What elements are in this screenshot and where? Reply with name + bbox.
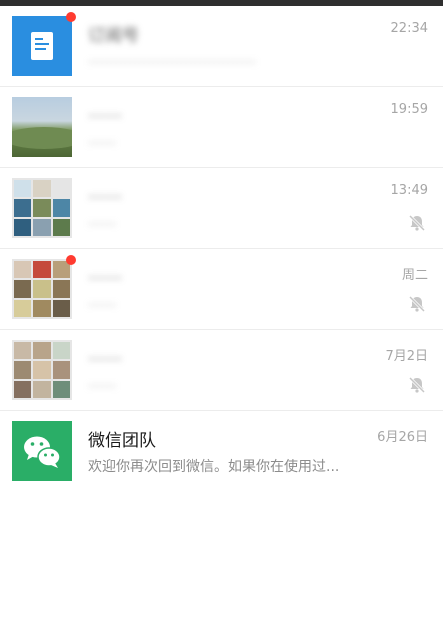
chat-preview: ……………………………… xyxy=(88,51,256,67)
chat-name: …… xyxy=(88,102,122,122)
unread-dot xyxy=(66,12,76,22)
wechat-logo-icon xyxy=(24,436,61,468)
chat-row[interactable]: …… …… 19:59 xyxy=(0,87,443,168)
group-avatar xyxy=(12,259,72,319)
chat-time: 7月2日 xyxy=(385,349,428,364)
chat-row-group[interactable]: …… …… 周二 xyxy=(0,249,443,330)
chat-list: 订阅号 ……………………………… 22:34 …… …… 19:59 …… ……… xyxy=(0,6,443,492)
chat-name: …… xyxy=(88,345,122,365)
subscription-avatar xyxy=(12,16,72,76)
chat-time: 19:59 xyxy=(390,102,428,117)
chat-name: …… xyxy=(88,183,122,203)
wechat-logo-avatar xyxy=(12,421,72,481)
chat-row-group[interactable]: …… …… 7月2日 xyxy=(0,330,443,411)
chat-preview: …… xyxy=(88,375,116,391)
chat-preview: …… xyxy=(88,294,116,310)
chat-name: …… xyxy=(88,264,122,284)
unread-dot xyxy=(66,255,76,265)
mute-bell-icon xyxy=(408,376,426,394)
group-avatar xyxy=(12,178,72,238)
empty-area xyxy=(0,486,443,619)
chat-row-group[interactable]: …… …… 13:49 xyxy=(0,168,443,249)
chat-preview: 欢迎你再次回到微信。如果你在使用过... xyxy=(88,459,340,475)
mute-bell-icon xyxy=(408,214,426,232)
group-avatar xyxy=(12,340,72,400)
chat-time: 13:49 xyxy=(390,183,428,198)
landscape-avatar xyxy=(12,97,72,157)
chat-row-wechat-team[interactable]: 微信团队 欢迎你再次回到微信。如果你在使用过... 6月26日 xyxy=(0,411,443,492)
chat-time: 22:34 xyxy=(390,21,428,36)
chat-time: 6月26日 xyxy=(377,430,428,445)
chat-name: 微信团队 xyxy=(88,431,156,451)
chat-name: 订阅号 xyxy=(88,26,139,46)
chat-preview: …… xyxy=(88,213,116,229)
chat-time: 周二 xyxy=(401,268,428,283)
document-icon xyxy=(31,32,53,60)
chat-row-subscriptions[interactable]: 订阅号 ……………………………… 22:34 xyxy=(0,6,443,87)
mute-bell-icon xyxy=(408,295,426,313)
chat-preview: …… xyxy=(88,132,116,148)
